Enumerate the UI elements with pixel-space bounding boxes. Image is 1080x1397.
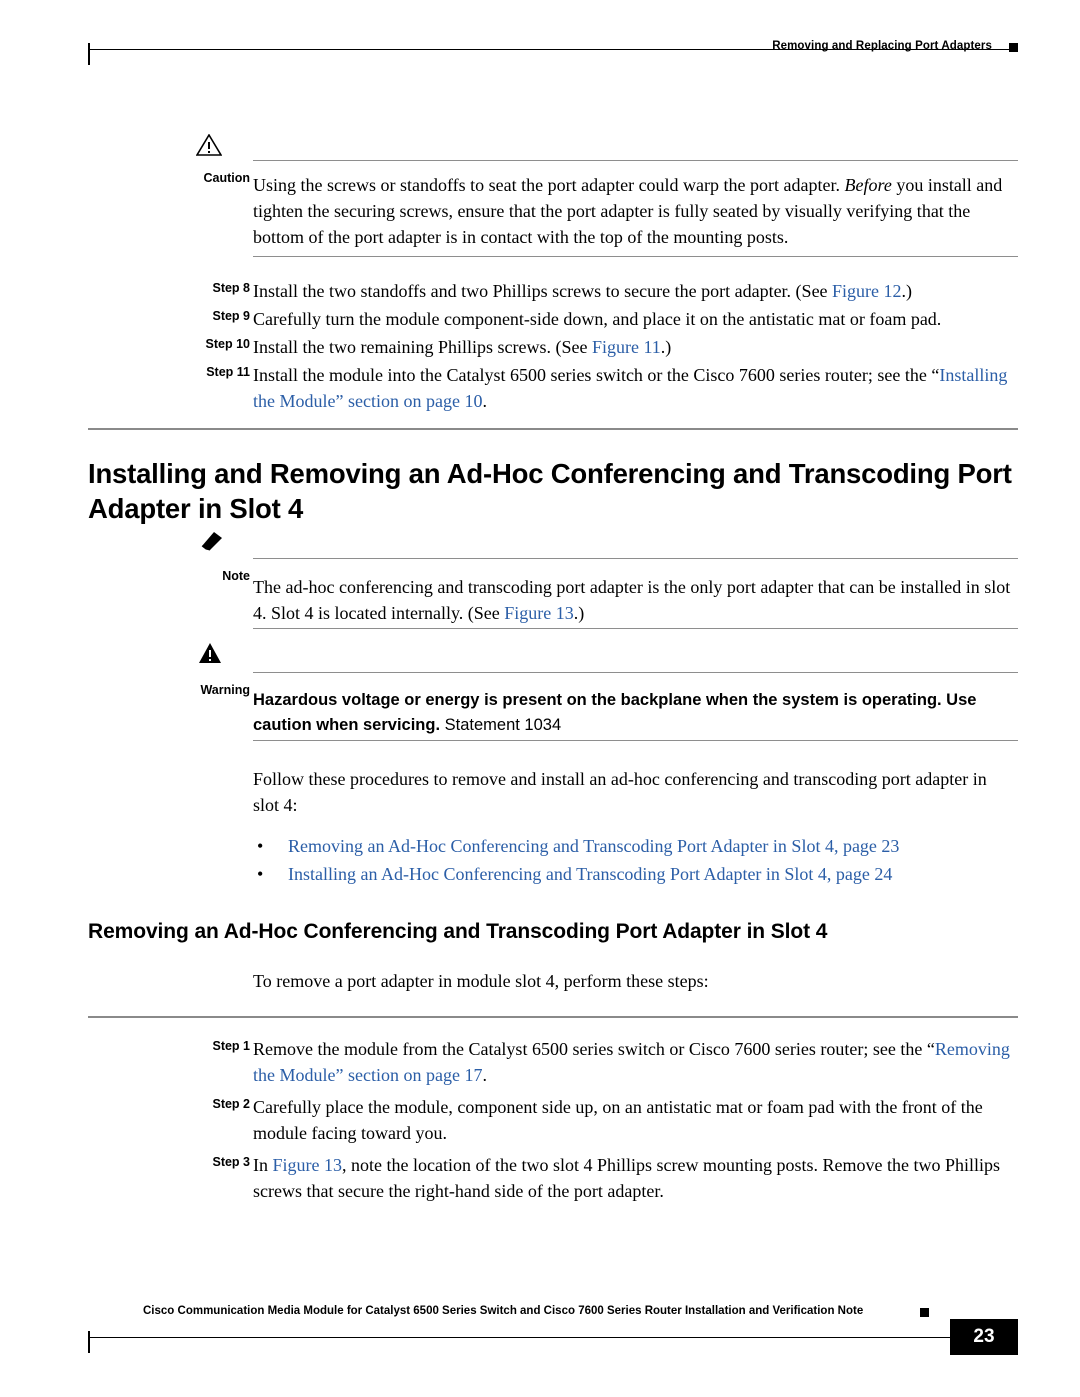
step-11-text-before: Install the module into the Catalyst 650…: [253, 365, 940, 385]
step-3-body: In Figure 13, note the location of the t…: [253, 1152, 1018, 1204]
note-text: The ad-hoc conferencing and transcoding …: [253, 564, 1018, 626]
caution-text-part1: Using the screws or standoffs to seat th…: [253, 175, 845, 195]
footer-document-title: Cisco Communication Media Module for Cat…: [143, 1305, 864, 1317]
step-8-label: Step 8: [212, 281, 250, 295]
step-2: Step 2 Carefully place the module, compo…: [88, 1094, 1018, 1146]
note-link[interactable]: Figure 13: [504, 603, 574, 623]
step-11-label: Step 11: [206, 365, 250, 379]
steps-bottom-list: Step 1 Remove the module from the Cataly…: [88, 1036, 1018, 1204]
step-1-text-before: Remove the module from the Catalyst 6500…: [253, 1039, 935, 1059]
step-3-label: Step 3: [212, 1155, 250, 1169]
step-2-text-before: Carefully place the module, component si…: [253, 1097, 983, 1143]
step-9-label: Step 9: [212, 309, 250, 323]
step-10-text-after: .): [660, 337, 672, 357]
step-9-body: Carefully turn the module component-side…: [253, 306, 1018, 332]
page-header: Removing and Replacing Port Adapters: [88, 40, 1018, 70]
bullet-list: • Removing an Ad-Hoc Conferencing and Tr…: [88, 832, 1018, 888]
document-page: Removing and Replacing Port Adapters Cau…: [0, 0, 1080, 1397]
footer-left-tick: [88, 1331, 90, 1353]
note-text-after: .): [573, 603, 585, 623]
warning-rule-top: [253, 672, 1018, 673]
caution-rule-bottom: [253, 256, 1018, 257]
header-title: Removing and Replacing Port Adapters: [772, 40, 992, 52]
step-1-body: Remove the module from the Catalyst 6500…: [253, 1036, 1018, 1088]
note-rule-top: [253, 558, 1018, 559]
warning-rule-bottom: [253, 740, 1018, 741]
steps-divider-rule: [88, 1016, 1018, 1018]
steps-top-list: Step 8 Install the two standoffs and two…: [88, 278, 1018, 414]
step-8-text-after: .): [901, 281, 913, 301]
step-10-text-before: Install the two remaining Phillips screw…: [253, 337, 592, 357]
step-11-text-after: .: [482, 391, 487, 411]
step-3-text-before: In: [253, 1155, 273, 1175]
caution-text-italic: Before: [844, 175, 892, 195]
footer-square-marker: [920, 1308, 929, 1317]
caution-label: Caution: [203, 171, 250, 185]
note-block: Note The ad-hoc conferencing and transco…: [88, 526, 1018, 632]
header-square-marker: [1009, 43, 1018, 52]
step-8-text-before: Install the two standoffs and two Philli…: [253, 281, 833, 301]
step-2-body: Carefully place the module, component si…: [253, 1094, 1018, 1146]
step-11-body: Install the module into the Catalyst 650…: [253, 362, 1018, 414]
page-number: 23: [950, 1319, 1018, 1355]
step-1: Step 1 Remove the module from the Cataly…: [88, 1036, 1018, 1088]
step-3-text-after: , note the location of the two slot 4 Ph…: [253, 1155, 1000, 1201]
bullet-link-removing[interactable]: Removing an Ad-Hoc Conferencing and Tran…: [288, 836, 899, 856]
note-pencil-icon: [200, 528, 234, 554]
step-11: Step 11 Install the module into the Cata…: [88, 362, 1018, 414]
bullet-marker: •: [257, 864, 264, 884]
bullet-item-installing: • Installing an Ad-Hoc Conferencing and …: [253, 860, 1018, 888]
note-text-before: The ad-hoc conferencing and transcoding …: [253, 577, 1011, 623]
step-9: Step 9 Carefully turn the module compone…: [88, 306, 1018, 332]
bullet-link-installing[interactable]: Installing an Ad-Hoc Conferencing and Tr…: [288, 864, 892, 884]
page-footer: Cisco Communication Media Module for Cat…: [88, 1305, 1018, 1365]
section-heading-1: Installing and Removing an Ad-Hoc Confer…: [88, 458, 1012, 524]
header-left-tick: [88, 43, 90, 65]
step-8-body: Install the two standoffs and two Philli…: [253, 278, 1018, 304]
bullet-marker: •: [257, 836, 264, 856]
warning-label: Warning: [200, 683, 250, 697]
body-paragraph: To remove a port adapter in module slot …: [253, 971, 709, 991]
step-3-link[interactable]: Figure 13: [273, 1155, 343, 1175]
warning-triangle-icon: [198, 642, 232, 668]
warning-bold-text: Hazardous voltage or energy is present o…: [253, 691, 977, 734]
step-2-label: Step 2: [212, 1097, 250, 1111]
note-label: Note: [222, 569, 250, 583]
page-content: Caution Using the screws or standoffs to…: [88, 130, 1018, 1206]
section-divider-rule: [88, 428, 1018, 430]
step-8-link[interactable]: Figure 12: [832, 281, 902, 301]
step-1-text-after: .: [482, 1065, 487, 1085]
footer-rule: [88, 1337, 1018, 1338]
step-10-body: Install the two remaining Phillips screw…: [253, 334, 1018, 360]
bullet-item-removing: • Removing an Ad-Hoc Conferencing and Tr…: [253, 832, 1018, 860]
step-3: Step 3 In Figure 13, note the location o…: [88, 1152, 1018, 1204]
caution-rule-top: [253, 160, 1018, 161]
step-9-text-before: Carefully turn the module component-side…: [253, 309, 942, 329]
caution-block: Caution Using the screws or standoffs to…: [88, 130, 1018, 257]
step-10: Step 10 Install the two remaining Philli…: [88, 334, 1018, 360]
caution-text: Using the screws or standoffs to seat th…: [253, 164, 1018, 250]
step-10-link[interactable]: Figure 11: [592, 337, 661, 357]
warning-block: Warning Hazardous voltage or energy is p…: [88, 638, 1018, 744]
warning-text: Hazardous voltage or energy is present o…: [253, 678, 1018, 738]
step-10-label: Step 10: [205, 337, 250, 351]
warning-statement: Statement 1034: [440, 716, 562, 734]
note-rule-bottom: [253, 628, 1018, 629]
step-1-label: Step 1: [212, 1039, 250, 1053]
caution-triangle-icon: [195, 133, 230, 160]
step-8: Step 8 Install the two standoffs and two…: [88, 278, 1018, 304]
section-heading-2: Removing an Ad-Hoc Conferencing and Tran…: [88, 920, 828, 943]
intro-paragraph: Follow these procedures to remove and in…: [253, 769, 987, 815]
